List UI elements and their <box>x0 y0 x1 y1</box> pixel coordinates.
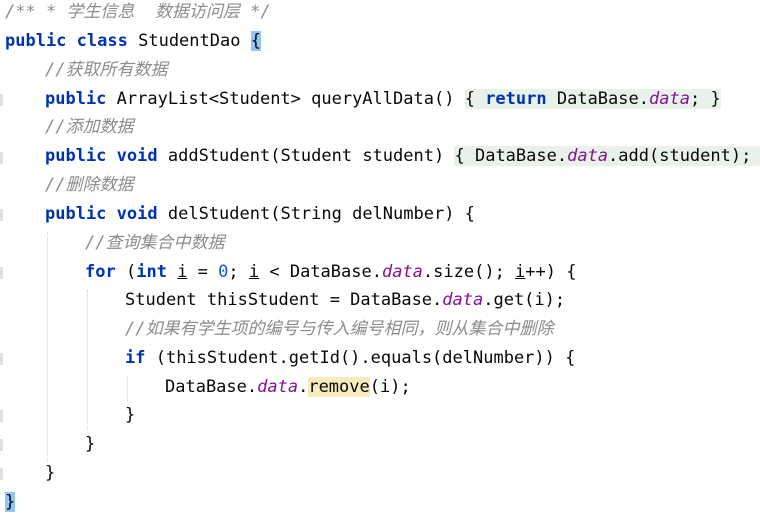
keyword: int <box>136 262 167 282</box>
class-name: StudentDao <box>138 31 241 51</box>
folded-open-brace: { <box>454 146 465 166</box>
field-ref: data <box>648 89 690 109</box>
loop-variable: i <box>177 262 188 282</box>
class-ref: < DataBase. <box>259 262 382 282</box>
keyword: public <box>5 31 67 51</box>
field-ref: data <box>381 262 423 282</box>
close-brace: } <box>85 434 96 454</box>
keyword: public <box>45 204 107 224</box>
method-signature: ArrayList<Student> queryAllData() <box>116 89 455 109</box>
code-line[interactable]: //删除数据 <box>45 171 133 200</box>
keyword: public <box>45 146 107 166</box>
semicolon: ; <box>228 262 249 282</box>
code-line[interactable]: } <box>5 488 16 517</box>
code-line[interactable]: } <box>85 430 95 459</box>
keyword: for <box>85 262 116 282</box>
keyword: return <box>485 89 547 109</box>
line-comment: //查询集合中数据 <box>85 233 225 253</box>
code-line[interactable]: public void delStudent(String delNumber)… <box>45 200 475 229</box>
code-line[interactable]: Student thisStudent = DataBase.data.get(… <box>125 286 565 315</box>
keyword: void <box>116 204 158 224</box>
indent-guide <box>127 376 128 401</box>
fold-marker-icon[interactable] <box>0 353 3 365</box>
field-ref: data <box>257 377 299 397</box>
line-comment: //如果有学生项的编号与传入编号相同，则从集合中删除 <box>125 319 554 339</box>
code-line[interactable]: } <box>45 459 55 488</box>
class-ref: DataBase. <box>165 377 258 397</box>
method-call: .add(student); <box>608 146 752 166</box>
method-signature: delStudent(String delNumber) { <box>167 204 475 224</box>
statement: Student thisStudent = DataBase. <box>125 290 443 310</box>
code-line[interactable]: DataBase.data.remove(i); <box>165 373 411 402</box>
keyword: void <box>116 146 158 166</box>
line-comment: //删除数据 <box>45 175 134 195</box>
fold-marker-icon[interactable] <box>0 209 3 221</box>
operator: = <box>187 262 219 282</box>
code-editor[interactable]: /** * 学生信息 数据访问层 */ public class Student… <box>0 0 760 521</box>
method-call: .get(i); <box>483 290 566 310</box>
paren: ( <box>125 262 137 282</box>
fold-marker-icon[interactable] <box>0 468 3 480</box>
indent-guide <box>47 232 48 462</box>
code-line[interactable]: for (int i = 0; i < DataBase.data.size()… <box>85 258 576 287</box>
field-ref: data <box>567 146 609 166</box>
fold-marker-icon[interactable] <box>0 439 3 451</box>
loop-end: ++) { <box>525 262 577 282</box>
line-comment: //添加数据 <box>45 117 134 137</box>
dot: . <box>298 377 309 397</box>
code-line[interactable]: //如果有学生项的编号与传入编号相同，则从集合中删除 <box>125 315 553 344</box>
code-line[interactable]: //获取所有数据 <box>45 56 167 85</box>
remove-method-warning[interactable]: remove <box>308 377 370 397</box>
indent-guide <box>87 290 88 430</box>
close-brace: } <box>45 463 56 483</box>
fold-marker-icon[interactable] <box>0 152 3 164</box>
fold-marker-icon[interactable] <box>0 267 3 279</box>
method-signature: addStudent(Student student) <box>167 146 445 166</box>
doc-comment: /** * 学生信息 数据访问层 */ <box>5 2 271 22</box>
call-args: (i); <box>369 377 411 397</box>
loop-variable: i <box>515 262 526 282</box>
code-line[interactable]: } <box>125 401 135 430</box>
class-ref: DataBase. <box>556 89 649 109</box>
method-call: .size(); <box>422 262 516 282</box>
semicolon: ; <box>689 89 701 109</box>
code-line[interactable]: //添加数据 <box>45 113 133 142</box>
code-line[interactable]: public ArrayList<Student> queryAllData()… <box>45 85 721 114</box>
class-close-brace: } <box>5 492 16 512</box>
field-ref: data <box>442 290 484 310</box>
keyword: if <box>125 348 146 368</box>
code-line[interactable]: /** * 学生信息 数据访问层 */ <box>5 0 271 27</box>
fold-marker-icon[interactable] <box>0 410 3 422</box>
close-brace: } <box>125 405 136 425</box>
fold-marker-icon[interactable] <box>0 94 3 106</box>
keyword: class <box>76 31 128 51</box>
code-line[interactable]: //查询集合中数据 <box>85 229 224 258</box>
condition: (thisStudent.getId().equals(delNumber)) … <box>145 348 576 368</box>
class-open-brace: { <box>250 31 261 51</box>
keyword: public <box>45 89 107 109</box>
class-ref: DataBase. <box>474 146 568 166</box>
number-literal: 0 <box>218 262 229 282</box>
loop-variable: i <box>248 262 260 282</box>
code-line[interactable]: public void addStudent(Student student) … <box>45 142 760 171</box>
folded-close-brace: } <box>710 89 721 109</box>
code-line[interactable]: if (thisStudent.getId().equals(delNumber… <box>125 344 575 373</box>
code-line[interactable]: public class StudentDao { <box>5 27 261 56</box>
line-comment: //获取所有数据 <box>45 60 168 80</box>
folded-open-brace: { <box>464 89 475 109</box>
